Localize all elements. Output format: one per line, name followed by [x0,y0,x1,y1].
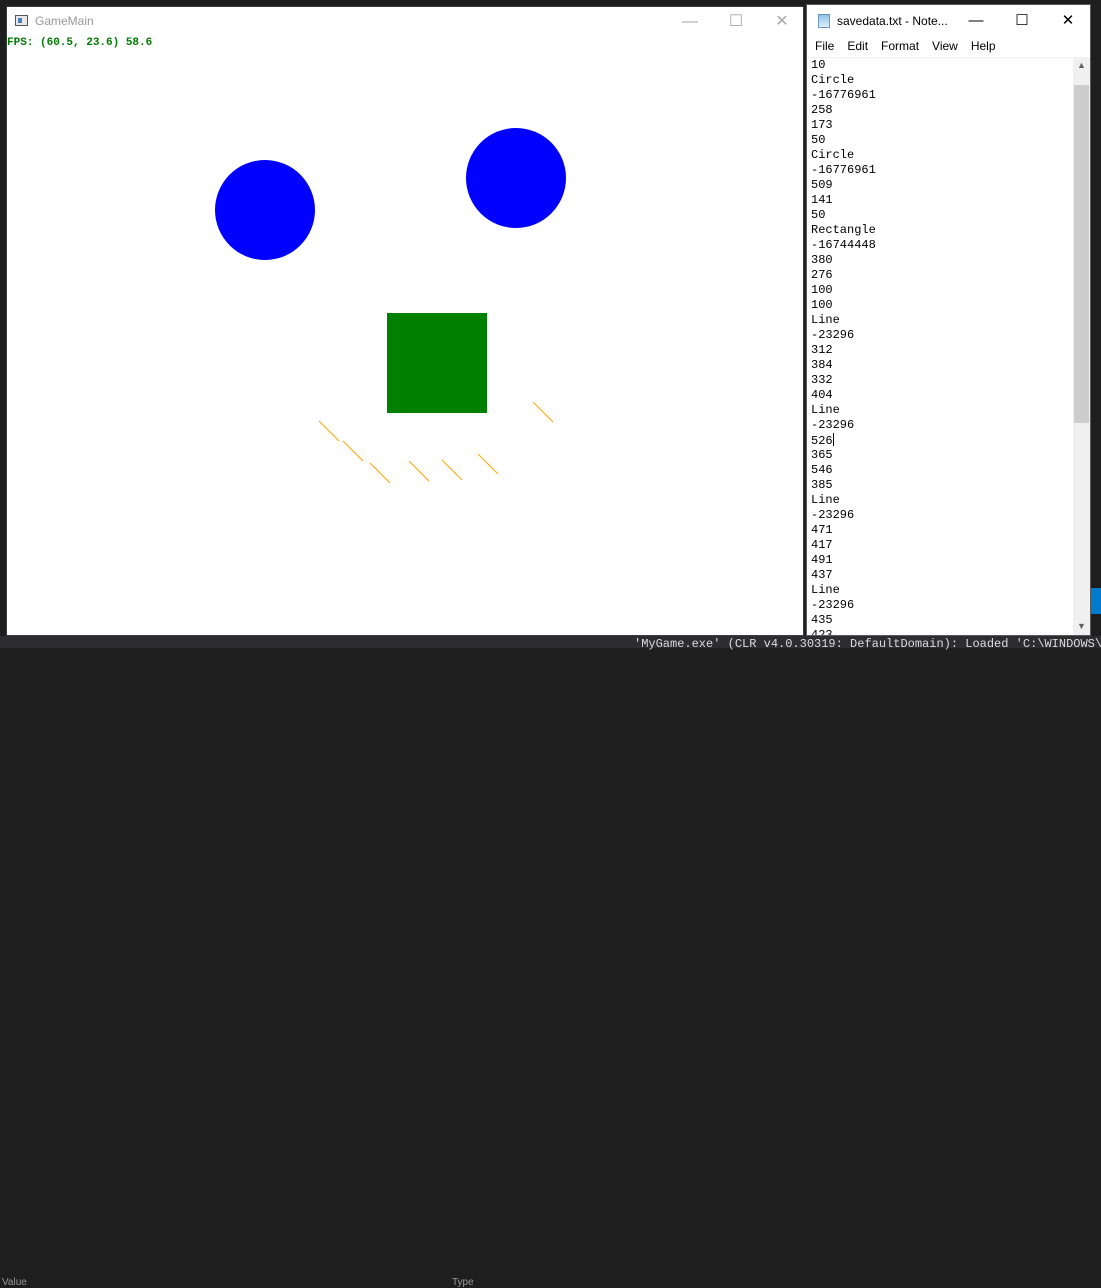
text-line: -23296 [811,418,855,432]
text-line: Line [811,493,840,507]
text-line: Line [811,403,840,417]
maximize-button[interactable]: ☐ [713,7,759,37]
close-button[interactable]: ✕ [759,7,805,37]
text-line: 404 [811,388,833,402]
notepad-menubar: File Edit Format View Help [807,37,1090,58]
text-line: 276 [811,268,833,282]
text-line: -16744448 [811,238,876,252]
text-line: 385 [811,478,833,492]
window-app-icon[interactable] [15,15,28,26]
text-line: -23296 [811,508,855,522]
minimize-button[interactable]: — [667,7,713,37]
output-window-text: 'MyGame.exe' (CLR v4.0.30319: DefaultDom… [634,637,1101,651]
text-line: Line [811,313,840,327]
text-line: -16776961 [811,163,876,177]
line-shape-6 [369,462,391,484]
line-shape-3 [477,453,499,475]
notepad-maximize-button[interactable]: ☐ [999,5,1045,37]
circle-shape-1 [215,160,315,260]
menu-file[interactable]: File [810,37,839,53]
text-line: -16776961 [811,88,876,102]
text-line: 380 [811,253,833,267]
text-line: 509 [811,178,833,192]
vertical-scrollbar[interactable]: ▲ ▼ [1073,57,1090,635]
text-line: -23296 [811,598,855,612]
text-line: 332 [811,373,833,387]
notepad-window: savedata.txt - Note... — ☐ ✕ File Edit For… [806,4,1091,636]
text-line: 100 [811,298,833,312]
notepad-icon[interactable] [818,14,830,28]
notepad-titlebar[interactable]: savedata.txt - Note... — ☐ ✕ [807,5,1090,37]
text-line: 173 [811,118,833,132]
scroll-up-arrow-icon[interactable]: ▲ [1073,57,1090,74]
notepad-title: savedata.txt - Note... [837,14,948,28]
text-line: 10 [811,58,826,72]
text-line: 526 [811,433,834,448]
text-line: 50 [811,133,826,147]
ide-accent-strip [1091,588,1101,614]
menu-edit[interactable]: Edit [842,37,873,53]
menu-format[interactable]: Format [876,37,924,53]
line-shape-1 [318,420,340,442]
text-line: 437 [811,568,833,582]
fps-counter: FPS: (60.5, 23.6) 58.6 [7,37,153,49]
line-shape-7 [342,440,364,462]
text-line: 312 [811,343,833,357]
text-line: 100 [811,283,833,297]
scroll-down-arrow-icon[interactable]: ▼ [1073,618,1090,635]
menu-view[interactable]: View [927,37,963,53]
text-line: 141 [811,193,833,207]
locals-type-header: Type [452,1277,474,1288]
text-line: -23296 [811,328,855,342]
circle-shape-2 [466,128,566,228]
text-line: 50 [811,208,826,222]
line-shape-5 [408,460,430,482]
rectangle-shape-1 [387,313,487,413]
text-line: Circle [811,148,855,162]
game-titlebar[interactable]: GameMain — ☐ ✕ [7,7,803,37]
text-line: 546 [811,463,833,477]
text-line: 384 [811,358,833,372]
text-line: 423 [811,628,833,635]
text-line: 417 [811,538,833,552]
text-caret [832,433,834,446]
text-line: Circle [811,73,855,87]
game-window-title: GameMain [35,14,94,28]
locals-value-header: Value [2,1277,27,1288]
text-line: 258 [811,103,833,117]
game-window: GameMain — ☐ ✕ FPS: (60.5, 23.6) 58.6 [6,6,804,636]
notepad-minimize-button[interactable]: — [953,5,999,37]
scrollbar-thumb[interactable] [1074,85,1089,423]
notepad-close-button[interactable]: ✕ [1045,5,1091,37]
text-line: 365 [811,448,833,462]
text-line: 471 [811,523,833,537]
menu-help[interactable]: Help [966,37,1001,53]
text-line: 491 [811,553,833,567]
text-line: Rectangle [811,223,876,237]
game-canvas[interactable] [7,37,803,635]
notepad-text-area[interactable]: 10 Circle -16776961 258 173 50 Circle -16776961… [811,58,1073,635]
text-line: Line [811,583,840,597]
text-line: 435 [811,613,833,627]
line-shape-2 [532,401,554,423]
line-shape-4 [441,459,463,481]
